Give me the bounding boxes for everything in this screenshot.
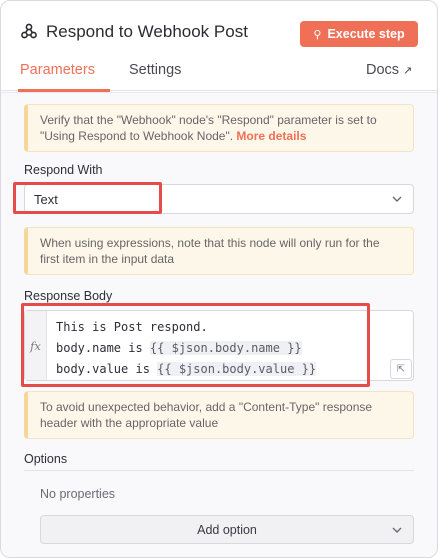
parameters-content: Verify that the "Webhook" node's "Respon…	[1, 92, 437, 557]
docs-label: Docs	[366, 62, 400, 78]
chevron-down-icon	[392, 196, 402, 202]
node-panel: Respond to Webhook Post ⚲ Execute step P…	[0, 0, 438, 558]
response-body-code[interactable]: This is Post respond. body.name is {{ $js…	[56, 317, 317, 380]
add-option-label: Add option	[197, 523, 257, 537]
expressions-notice: When using expressions, note that this n…	[24, 227, 414, 275]
value-expression: {{ $json.body.value }}	[157, 362, 317, 376]
more-details-link[interactable]: More details	[236, 129, 306, 143]
code-line-2-text: body.name is	[56, 341, 150, 355]
expand-icon[interactable]: ⇱	[390, 359, 412, 379]
webhook-respond-notice: Verify that the "Webhook" node's "Respon…	[24, 104, 414, 152]
respond-with-select[interactable]: Text	[24, 184, 414, 214]
node-title[interactable]: Respond to Webhook Post	[46, 22, 248, 42]
respond-with-label: Respond With	[24, 163, 103, 177]
options-divider	[24, 470, 414, 471]
chevron-down-icon	[392, 527, 402, 533]
tab-parameters[interactable]: Parameters	[20, 62, 95, 78]
execute-step-button[interactable]: ⚲ Execute step	[300, 21, 418, 47]
fx-expression-icon: fx	[25, 311, 47, 380]
tab-settings[interactable]: Settings	[129, 62, 181, 78]
code-line-3: body.value is {{ $json.body.value }}	[56, 359, 317, 380]
no-properties-text: No properties	[40, 487, 116, 501]
content-type-notice: To avoid unexpected behavior, add a "Con…	[24, 391, 414, 439]
webhook-icon	[21, 23, 37, 39]
name-expression: {{ $json.body.name }}	[149, 341, 302, 355]
flask-icon: ⚲	[313, 28, 322, 41]
options-label: Options	[24, 452, 68, 466]
add-option-select[interactable]: Add option	[40, 515, 414, 544]
code-line-2: body.name is {{ $json.body.name }}	[56, 338, 316, 359]
response-body-label: Response Body	[24, 289, 113, 303]
docs-link[interactable]: Docs ↗	[366, 62, 412, 78]
expressions-notice-text: When using expressions, note that this n…	[40, 236, 380, 266]
external-link-icon: ↗	[403, 65, 413, 77]
response-body-editor[interactable]: fx This is Post respond. body.name is {{ …	[24, 310, 414, 381]
content-type-notice-text: To avoid unexpected behavior, add a "Con…	[40, 400, 373, 430]
respond-with-value: Text	[34, 192, 58, 207]
tab-bar: Parameters Settings Docs ↗	[1, 53, 437, 92]
webhook-notice-text: Verify that the "Webhook" node's "Respon…	[40, 113, 377, 143]
code-line-3-text: body.value is	[56, 362, 158, 376]
execute-step-label: Execute step	[327, 27, 405, 41]
panel-header: Respond to Webhook Post ⚲ Execute step	[1, 1, 437, 53]
code-line-1: This is Post respond.	[56, 320, 208, 334]
